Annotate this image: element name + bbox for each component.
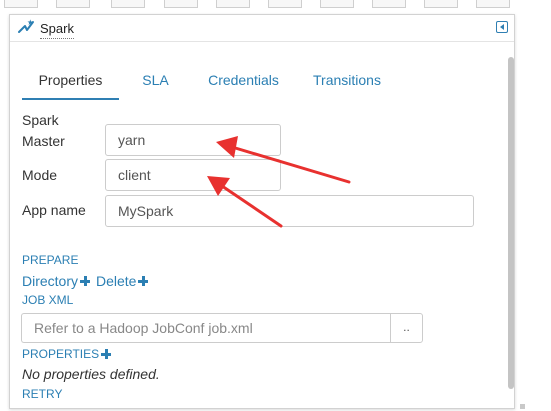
retry-section-label: RETRY <box>22 387 63 401</box>
tab-bar: Properties SLA Credentials Transitions <box>22 69 492 103</box>
properties-empty-note: No properties defined. <box>22 366 160 382</box>
background-toolbar-strip <box>0 0 551 14</box>
job-xml-browse-button[interactable]: .. <box>390 313 423 343</box>
panel-header: Spark <box>10 15 514 42</box>
prepare-section-label: PREPARE <box>22 253 79 267</box>
prepare-delete-link[interactable]: Delete <box>96 273 149 289</box>
spark-logo-icon <box>18 19 34 33</box>
tab-credentials[interactable]: Credentials <box>195 69 292 100</box>
job-xml-input[interactable] <box>21 313 390 343</box>
add-directory-plus-icon[interactable] <box>80 276 91 286</box>
background-tile <box>372 0 406 8</box>
background-tile <box>56 0 90 8</box>
master-input[interactable] <box>105 124 281 156</box>
tab-properties[interactable]: Properties <box>22 69 119 100</box>
directory-link-label[interactable]: Directory <box>22 273 78 289</box>
prepare-directory-link[interactable]: Directory <box>22 273 91 289</box>
background-tile <box>320 0 354 8</box>
background-tile <box>424 0 458 8</box>
properties-section-text[interactable]: PROPERTIES <box>22 347 99 361</box>
spark-label: Spark <box>22 112 59 128</box>
app-name-input[interactable] <box>105 195 474 227</box>
mode-input[interactable] <box>105 159 281 191</box>
job-xml-section-label: JOB XML <box>22 293 74 307</box>
collapse-panel-icon[interactable] <box>496 21 508 33</box>
tab-sla[interactable]: SLA <box>133 69 178 100</box>
delete-link-label[interactable]: Delete <box>96 273 136 289</box>
app-name-label: App name <box>22 202 86 218</box>
master-label: Master <box>22 133 65 149</box>
background-tile <box>164 0 198 8</box>
add-property-plus-icon[interactable] <box>101 349 112 359</box>
tab-transitions[interactable]: Transitions <box>308 69 386 100</box>
background-tile <box>216 0 250 8</box>
add-delete-plus-icon[interactable] <box>138 276 149 286</box>
vertical-scrollbar[interactable] <box>508 57 514 389</box>
background-tile <box>268 0 302 8</box>
properties-section-label[interactable]: PROPERTIES <box>22 347 112 361</box>
background-dot <box>520 404 525 409</box>
panel-title[interactable]: Spark <box>40 21 74 39</box>
background-tile <box>111 0 145 8</box>
background-tile <box>4 0 38 8</box>
background-tile <box>476 0 510 8</box>
mode-label: Mode <box>22 167 58 183</box>
spark-action-panel: Spark Properties SLA Credentials Transit… <box>9 14 515 409</box>
